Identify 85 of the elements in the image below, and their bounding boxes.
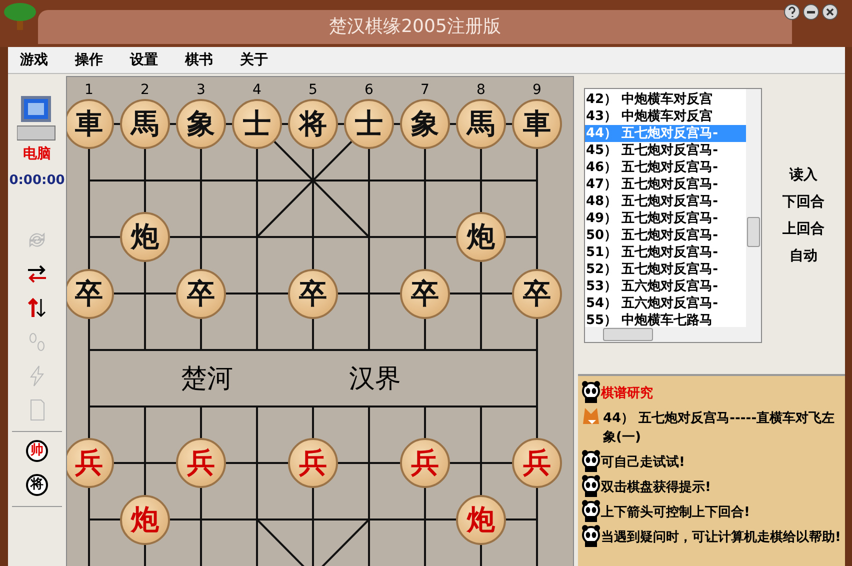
chess-piece[interactable]: 兵	[288, 438, 338, 488]
chess-piece[interactable]: 卒	[67, 268, 114, 318]
file-number: 6	[364, 81, 374, 100]
river-label: 汉界	[347, 366, 403, 392]
chess-board[interactable]: 1 2 3 4 5 6 7 8 9 楚河 汉界 車 馬 象 士 将 士 象 馬 車 炮 炮 卒 卒 卒 卒 卒 兵 兵 兵 兵 兵 炮 炮	[66, 76, 574, 566]
file-number: 1	[84, 81, 94, 100]
chess-piece[interactable]: 炮	[120, 494, 170, 544]
chess-piece[interactable]: 士	[232, 99, 282, 149]
player-clock: 0:00:00	[9, 172, 65, 190]
message-text: 双击棋盘获得提示!	[601, 479, 712, 497]
message-text: 棋谱研究	[601, 384, 654, 403]
close-icon[interactable]	[822, 4, 838, 20]
list-item[interactable]: 48） 五七炮对反宫马-	[585, 193, 746, 210]
panda-icon	[581, 525, 601, 547]
chess-piece[interactable]: 車	[512, 99, 562, 149]
chess-piece[interactable]: 将	[288, 99, 338, 149]
list-item[interactable]: 52） 五七炮对反宫马-	[585, 261, 746, 278]
player-name: 电脑	[23, 145, 51, 164]
panda-icon	[581, 381, 601, 403]
chess-piece[interactable]: 卒	[512, 268, 562, 318]
text-button[interactable]: 上回合	[780, 219, 826, 239]
menu-item[interactable]: 关于	[240, 50, 268, 70]
chess-piece[interactable]: 炮	[456, 212, 506, 262]
chess-piece[interactable]: 卒	[288, 268, 338, 318]
chess-piece[interactable]: 卒	[400, 268, 450, 318]
list-item[interactable]: 51） 五七炮对反宫马-	[585, 244, 746, 261]
scroll-thumb[interactable]	[747, 217, 760, 247]
file-number: 8	[476, 81, 486, 100]
chess-piece[interactable]: 車	[67, 99, 114, 149]
chess-piece[interactable]: 象	[176, 99, 226, 149]
list-item[interactable]: 53） 五六炮对反宫马-	[585, 278, 746, 295]
list-item[interactable]: 54） 五六炮对反宫马-	[585, 295, 746, 312]
panda-icon	[581, 500, 601, 522]
chess-piece[interactable]: 兵	[67, 438, 114, 488]
file-number: 9	[532, 81, 542, 100]
computer-icon	[17, 96, 57, 142]
side-button[interactable]: 将	[26, 474, 48, 496]
text-button[interactable]: 读入	[788, 165, 820, 185]
chess-piece[interactable]: 士	[344, 99, 394, 149]
file-number: 7	[420, 81, 430, 100]
list-item[interactable]: 49） 五七炮对反宫马-	[585, 210, 746, 227]
chess-piece[interactable]: 炮	[456, 494, 506, 544]
minimize-icon[interactable]	[803, 4, 819, 20]
file-number: 4	[252, 81, 262, 100]
tree-icon	[2, 2, 38, 32]
message-text: 当遇到疑问时，可让计算机走棋给以帮助!	[601, 529, 842, 547]
chess-piece[interactable]: 馬	[120, 99, 170, 149]
vertical-scrollbar[interactable]	[746, 89, 761, 327]
panda-icon	[581, 450, 601, 472]
list-item[interactable]: 43） 中炮横车对反宫	[585, 108, 746, 125]
list-item[interactable]: 45） 五七炮对反宫马-	[585, 142, 746, 159]
list-item[interactable]: 55） 中炮横车七路马	[585, 312, 746, 329]
chess-piece[interactable]: 兵	[176, 438, 226, 488]
panda-icon	[581, 475, 601, 497]
side-button[interactable]: 帅	[26, 440, 48, 462]
menu-item[interactable]: 操作	[75, 50, 103, 70]
file-number: 2	[140, 81, 150, 100]
menu-item[interactable]: 棋书	[185, 50, 213, 70]
message-text: 可自己走试试!	[601, 454, 686, 472]
menu-item[interactable]: 游戏	[20, 50, 48, 70]
game-listbox[interactable]: 42） 中炮横车对反宫 43） 中炮横车对反宫 44） 五七炮对反宫马- 45） 五七炮对反宫马- 46） 五七炮对反宫马- 47） 五七炮对反宫马- 48） 五七炮对反宫马- 49） 五七炮对反宫马- 50） 五七炮对反宫马- 51） 五七炮对反宫马- 52） 五七炮对反宫马- 53） 五六炮对反宫马- 54） 五六炮对反宫马- 55） 中炮横车七路马	[584, 88, 762, 343]
text-button[interactable]: 下回合	[780, 192, 826, 212]
text-button[interactable]: 自动	[788, 246, 820, 266]
help-icon[interactable]	[784, 4, 800, 20]
chess-piece[interactable]: 兵	[400, 438, 450, 488]
up-down-arrows-icon[interactable]	[26, 296, 48, 318]
chess-piece[interactable]: 象	[400, 99, 450, 149]
list-item[interactable]: 50） 五七炮对反宫马-	[585, 227, 746, 244]
chess-piece[interactable]: 卒	[176, 268, 226, 318]
window-title: 楚汉棋缘2005注册版	[329, 15, 501, 39]
chess-piece[interactable]: 炮	[120, 212, 170, 262]
message-text: 44） 五七炮对反宫马-----直横车对飞左象(一)	[603, 410, 836, 447]
list-item[interactable]: 42） 中炮横车对反宫	[585, 91, 746, 108]
list-item[interactable]: 46） 五七炮对反宫马-	[585, 159, 746, 176]
message-text: 上下箭头可控制上下回合!	[601, 504, 751, 522]
scroll-thumb[interactable]	[603, 328, 653, 341]
river-label: 楚河	[179, 366, 235, 392]
horizontal-scrollbar[interactable]	[585, 327, 761, 342]
file-number: 5	[308, 81, 318, 100]
list-item[interactable]: 47） 五七炮对反宫马-	[585, 176, 746, 193]
chess-piece[interactable]: 兵	[512, 438, 562, 488]
menu-item[interactable]: 设置	[130, 50, 158, 70]
swap-arrows-icon[interactable]	[26, 262, 48, 284]
chess-piece[interactable]: 馬	[456, 99, 506, 149]
file-number: 3	[196, 81, 206, 100]
